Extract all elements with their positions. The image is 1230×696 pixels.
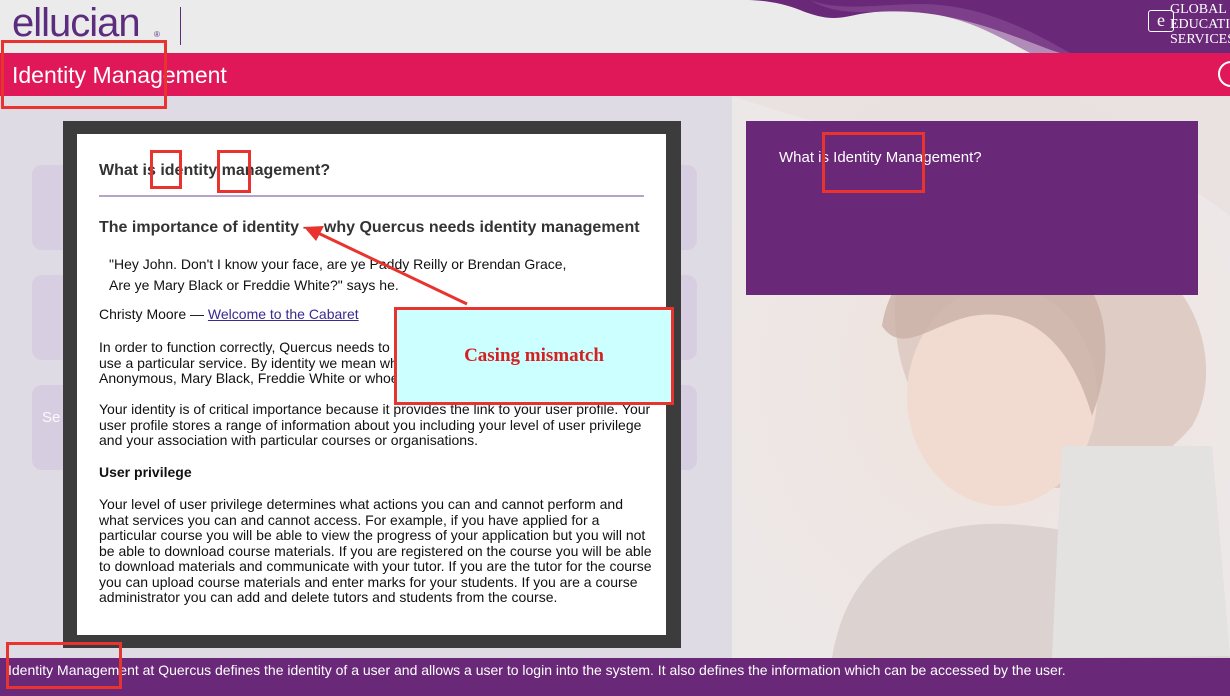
- footer-description: Identity Management at Quercus defines t…: [8, 662, 1066, 678]
- welcome-to-the-cabaret-link[interactable]: Welcome to the Cabaret: [208, 306, 359, 322]
- annotation-box-management: [217, 150, 251, 193]
- annotation-box-identity: [150, 150, 182, 189]
- dialog-subheading: The importance of identity — why Quercus…: [99, 219, 640, 236]
- quote-line-1: "Hey John. Don't I know your face, are y…: [109, 256, 567, 272]
- quote-line-2: Are ye Mary Black or Freddie White?" say…: [109, 277, 399, 293]
- casing-mismatch-callout: Casing mismatch: [394, 307, 674, 405]
- annotation-box-panel-title: [822, 132, 925, 193]
- paragraph-identity-importance: Your identity is of critical importance …: [99, 401, 651, 448]
- citation-author: Christy Moore —: [99, 306, 208, 322]
- title-bar: Identity Management: [0, 53, 1230, 96]
- info-panel[interactable]: What is Identity Management?: [746, 121, 1198, 295]
- quote-block: "Hey John. Don't I know your face, are y…: [109, 254, 649, 296]
- badge-text: GLOBAL EDUCATION SERVICES: [1170, 2, 1230, 47]
- footer-bar: Identity Management at Quercus defines t…: [0, 658, 1230, 696]
- user-privilege-heading: User privilege: [99, 464, 192, 480]
- quote-citation: Christy Moore — Welcome to the Cabaret: [99, 306, 359, 323]
- heading-divider: [99, 195, 644, 197]
- help-circle-icon[interactable]: [1218, 61, 1230, 87]
- callout-label: Casing mismatch: [464, 345, 604, 366]
- top-header: ellucian ® e GLOBAL EDUCATION SERVICES: [0, 0, 1230, 53]
- annotation-box-footer: [6, 642, 122, 689]
- paragraph-user-privilege: Your level of user privilege determines …: [99, 496, 652, 605]
- menu-tile-3-label: Se: [42, 409, 61, 426]
- annotation-box-title: [1, 40, 167, 109]
- logo-divider: [180, 7, 181, 45]
- global-education-services-badge: e GLOBAL EDUCATION SERVICES: [1140, 2, 1230, 50]
- registered-mark: ®: [154, 30, 160, 39]
- dialog-heading: What is identity management?: [99, 162, 331, 179]
